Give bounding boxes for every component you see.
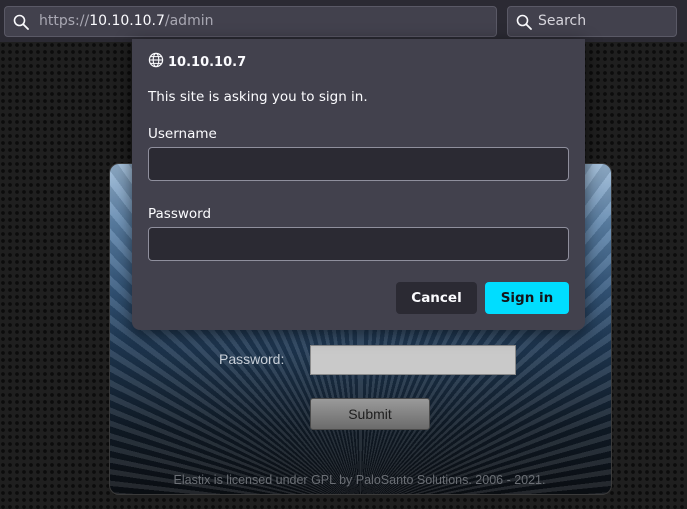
submit-button[interactable]: Submit xyxy=(310,398,430,430)
page-password-input[interactable] xyxy=(310,345,516,375)
url-path: /admin xyxy=(164,13,214,29)
search-bar[interactable]: Search xyxy=(507,6,677,37)
search-placeholder: Search xyxy=(538,13,587,29)
search-icon xyxy=(516,14,532,34)
footer-license: Elastix is licensed under GPL by PaloSan… xyxy=(173,473,546,487)
url-bar[interactable]: https://10.10.10.7/admin xyxy=(4,6,497,37)
url-text[interactable]: https://10.10.10.7/admin xyxy=(39,13,213,29)
page-password-label: Password: xyxy=(219,351,285,367)
password-input[interactable] xyxy=(148,227,569,261)
url-host: 10.10.10.7 xyxy=(89,13,165,29)
username-input[interactable] xyxy=(148,147,569,181)
dialog-origin: 10.10.10.7 xyxy=(148,52,246,72)
username-label: Username xyxy=(148,126,217,142)
sign-in-button[interactable]: Sign in xyxy=(485,282,569,314)
dialog-message: This site is asking you to sign in. xyxy=(148,89,368,105)
url-scheme: https:// xyxy=(39,13,90,29)
password-label: Password xyxy=(148,206,212,222)
dialog-origin-text: 10.10.10.7 xyxy=(168,54,247,70)
browser-toolbar: https://10.10.10.7/admin Search xyxy=(0,0,687,42)
globe-icon xyxy=(148,52,164,72)
search-icon xyxy=(13,14,29,34)
cancel-button[interactable]: Cancel xyxy=(396,282,477,314)
auth-dialog: 10.10.10.7 This site is asking you to si… xyxy=(132,39,585,330)
